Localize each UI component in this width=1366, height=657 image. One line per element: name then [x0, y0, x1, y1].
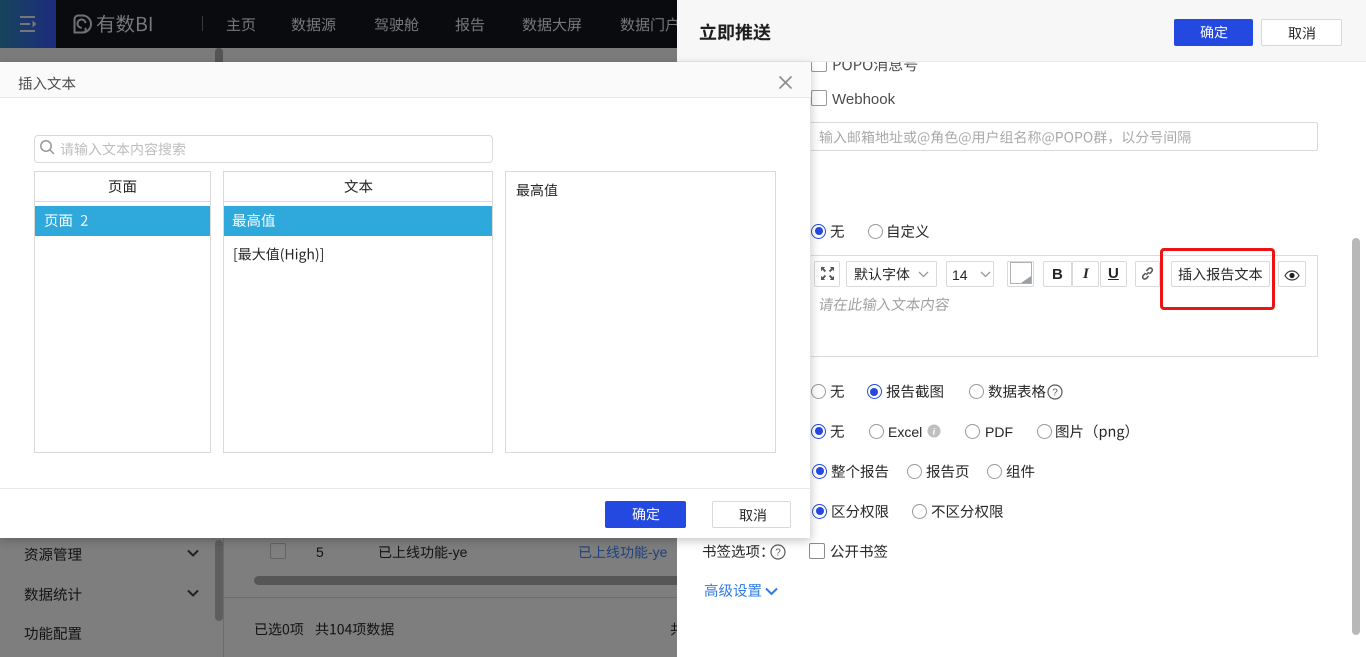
svg-text:i: i [933, 428, 936, 438]
svg-text:?: ? [1052, 388, 1058, 399]
svg-text:?: ? [775, 548, 781, 559]
